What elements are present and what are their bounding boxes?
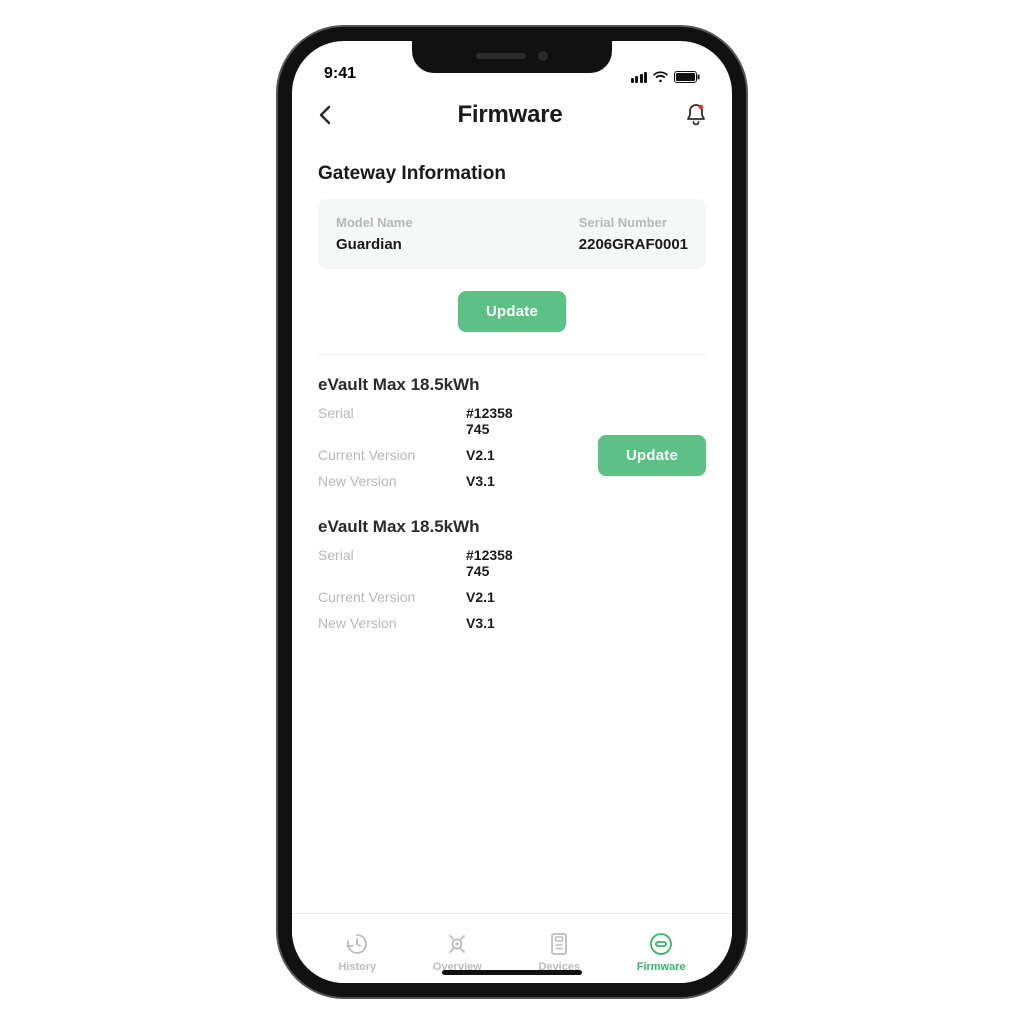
status-time: 9:41 bbox=[324, 65, 356, 83]
gateway-info-card: Model Name Guardian Serial Number 2206GR… bbox=[318, 199, 706, 269]
spec-serial-label: Serial bbox=[318, 405, 458, 437]
spec-current-value: V2.1 bbox=[466, 589, 706, 605]
divider bbox=[318, 354, 706, 355]
spec-new-label: New Version bbox=[318, 615, 458, 631]
gateway-update-button[interactable]: Update bbox=[458, 291, 566, 332]
tab-devices[interactable]: Devices bbox=[538, 931, 580, 973]
home-indicator[interactable] bbox=[442, 970, 582, 975]
tab-history[interactable]: History bbox=[338, 931, 376, 973]
status-icons bbox=[631, 71, 701, 83]
gateway-update-row: Update bbox=[318, 291, 706, 332]
device-title: eVault Max 18.5kWh bbox=[318, 517, 706, 537]
overview-icon bbox=[444, 931, 470, 957]
device-title: eVault Max 18.5kWh bbox=[318, 375, 706, 395]
page-title: Firmware bbox=[457, 101, 562, 129]
spec-current-label: Current Version bbox=[318, 447, 458, 463]
gateway-model: Model Name Guardian bbox=[336, 215, 413, 253]
notifications-button[interactable] bbox=[684, 102, 708, 128]
history-icon bbox=[344, 931, 370, 957]
back-button[interactable] bbox=[316, 103, 336, 127]
battery-icon bbox=[674, 71, 700, 83]
spec-new-value: V3.1 bbox=[466, 615, 706, 631]
spec-new-label: New Version bbox=[318, 473, 458, 489]
wifi-icon bbox=[652, 71, 669, 83]
serial-value: 2206GRAF0001 bbox=[579, 236, 688, 253]
tab-label: Firmware bbox=[637, 961, 686, 973]
signal-icon bbox=[631, 72, 648, 83]
nav-header: Firmware bbox=[312, 87, 712, 139]
phone-notch bbox=[412, 39, 612, 73]
spec-serial-label: Serial bbox=[318, 547, 458, 579]
device-specs: Serial #12358745 Current Version V2.1 Ne… bbox=[318, 547, 706, 631]
spec-serial-value: #12358745 bbox=[466, 547, 706, 579]
model-value: Guardian bbox=[336, 236, 413, 253]
phone-frame: 9:41 Firmware Gateway Information bbox=[278, 27, 746, 997]
devices-icon bbox=[546, 931, 572, 957]
serial-label: Serial Number bbox=[579, 215, 667, 230]
tab-label: History bbox=[338, 961, 376, 973]
tab-overview[interactable]: Overview bbox=[433, 931, 482, 973]
device-block: eVault Max 18.5kWh Serial #12358745 Curr… bbox=[318, 375, 706, 489]
spec-current-label: Current Version bbox=[318, 589, 458, 605]
tab-firmware[interactable]: Firmware bbox=[637, 931, 686, 973]
model-label: Model Name bbox=[336, 215, 413, 230]
screen: 9:41 Firmware Gateway Information bbox=[292, 41, 732, 983]
gateway-serial: Serial Number 2206GRAF0001 bbox=[579, 215, 688, 253]
firmware-icon bbox=[648, 931, 674, 957]
gateway-heading: Gateway Information bbox=[318, 163, 706, 185]
spec-serial-value: #12358745 bbox=[466, 405, 706, 437]
content: Gateway Information Model Name Guardian … bbox=[312, 139, 712, 913]
device-block: eVault Max 18.5kWh Serial #12358745 Curr… bbox=[318, 517, 706, 631]
device-update-button[interactable]: Update bbox=[598, 435, 706, 476]
